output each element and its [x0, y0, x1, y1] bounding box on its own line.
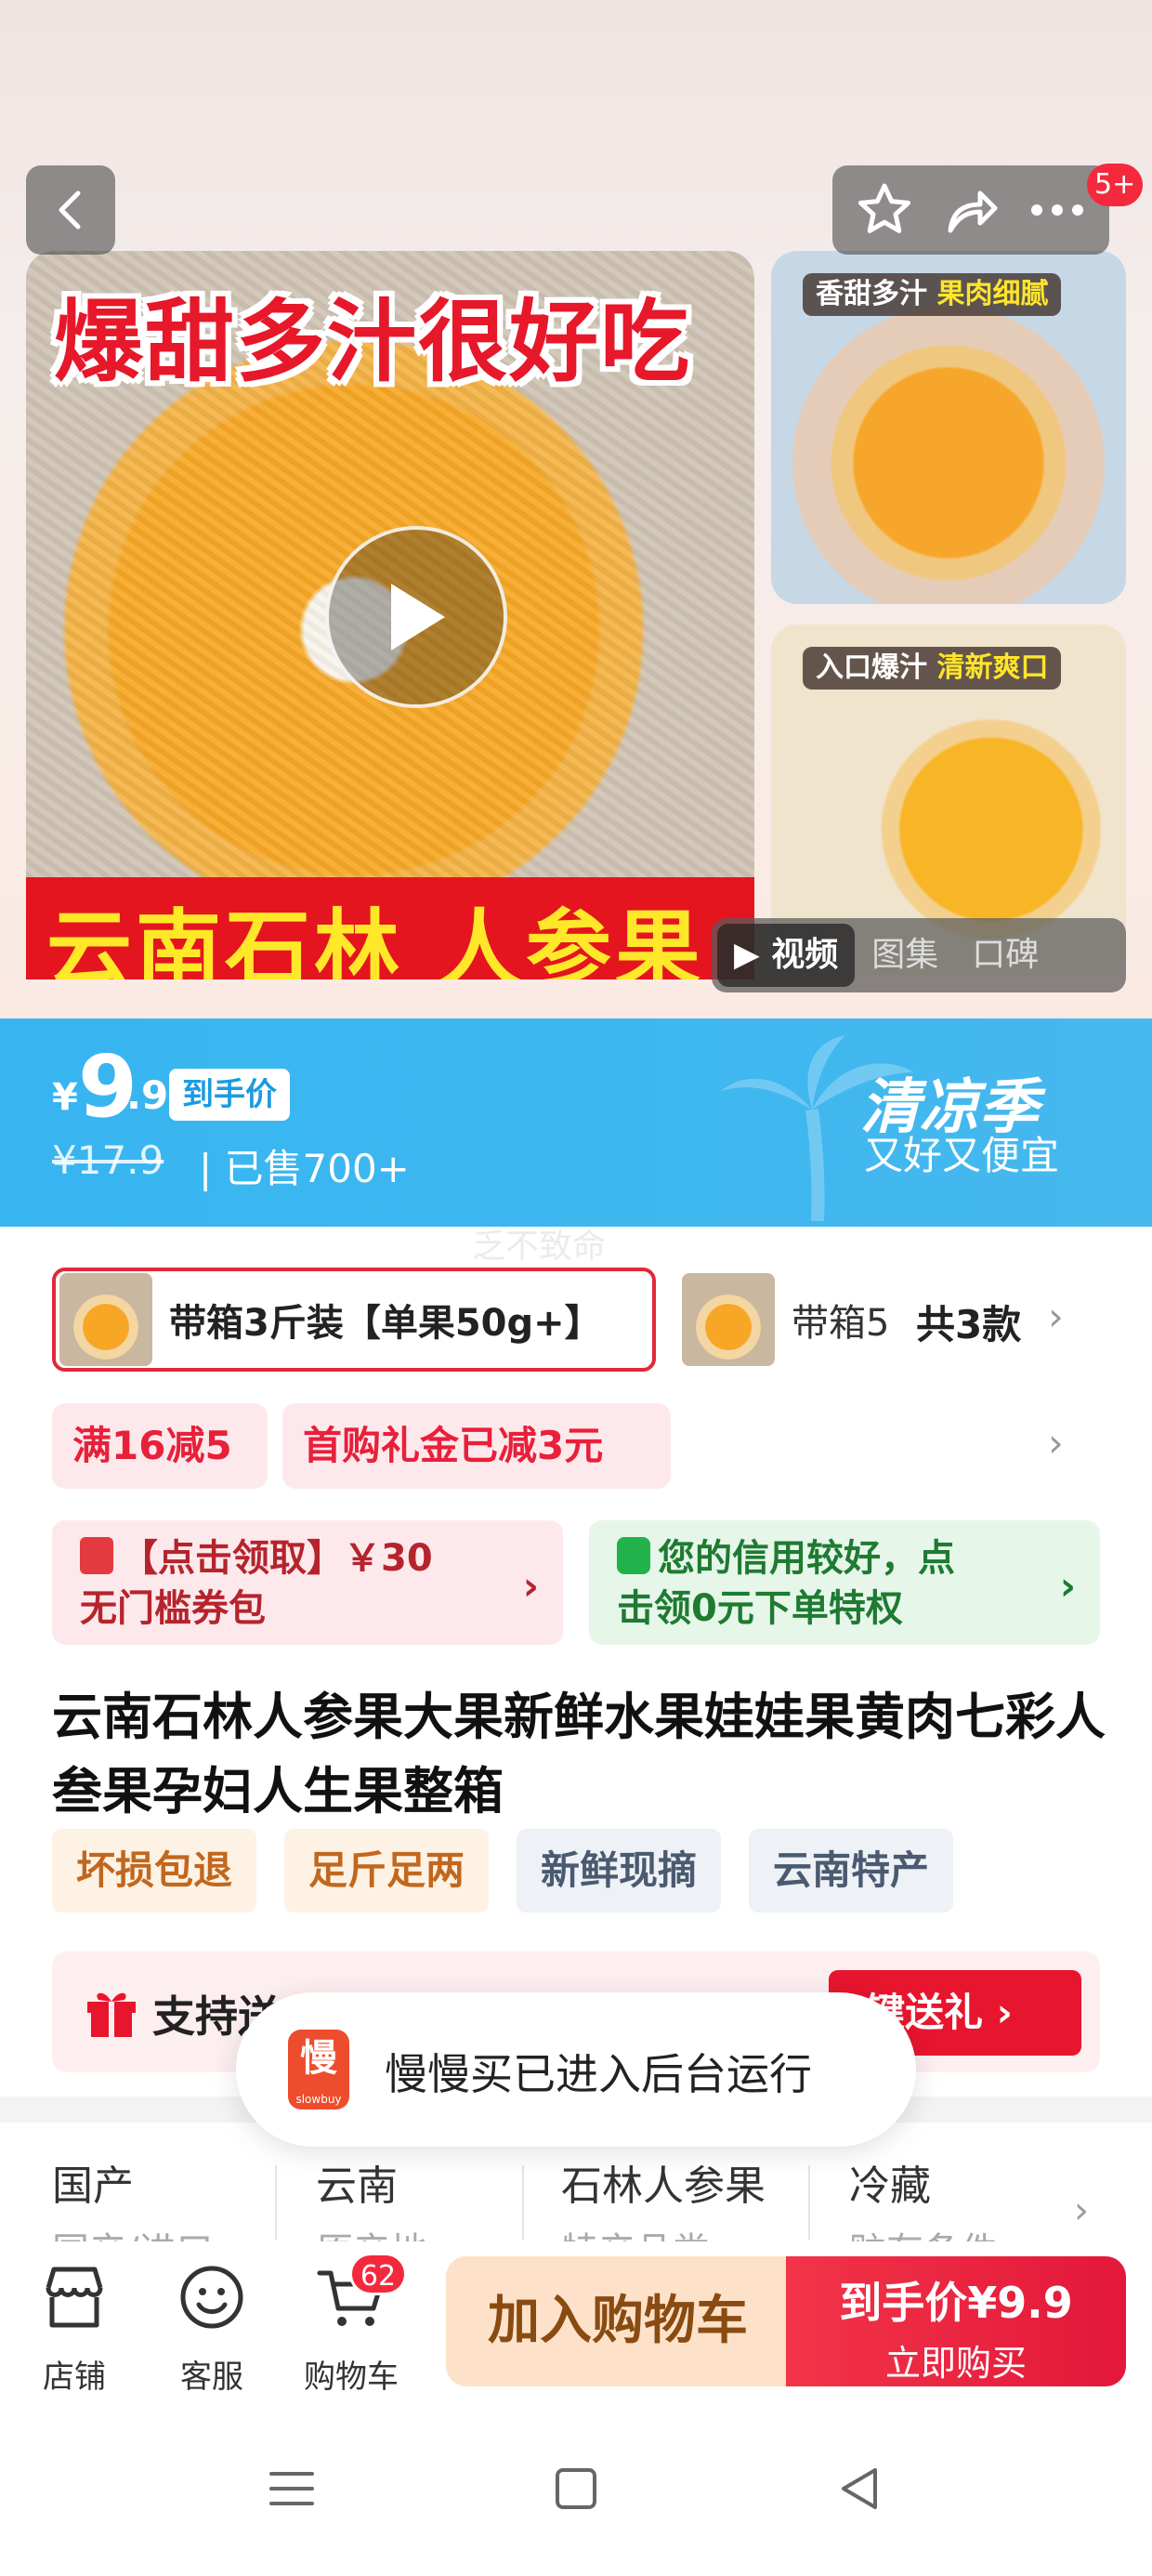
share-button[interactable] [934, 173, 1008, 247]
thumb-2-caption: 入口爆汁 清新爽口 [803, 647, 1062, 690]
variant-count[interactable]: 共3款 [916, 1294, 1021, 1350]
spec-origin: 云南 [316, 2162, 398, 2210]
coupon-icon [80, 1537, 113, 1574]
variant-option-selected[interactable]: 带箱3斤装【单果50g+】 [52, 1268, 656, 1372]
spec-origin-type: 国产 [52, 2162, 134, 2210]
product-gallery: 爆甜多汁很好吃 云南石林 人参果 香甜多汁 果肉细腻 入口爆汁 清新爽口 ▶ 视… [0, 0, 1152, 1019]
bottom-action-bar: 店铺 客服 购物车 62 加入购物车 到手价¥9.9 立即购买 [0, 2241, 1152, 2407]
add-to-cart-button[interactable]: 加入购物车 [446, 2256, 790, 2386]
chevron-right-icon[interactable]: › [1048, 1420, 1064, 1465]
tag-yunnan-specialty: 云南特产 [749, 1829, 953, 1912]
thumb-1-caption: 香甜多汁 果肉细腻 [803, 273, 1062, 316]
spec-origin-label: 原产地 [316, 2221, 427, 2241]
tab-video[interactable]: ▶ 视频 [717, 924, 856, 987]
coupon-red-line2: 无门槛券包 [80, 1587, 266, 1630]
coupon-card-green[interactable]: 您的信用较好，点 击领0元下单特权 › [589, 1520, 1100, 1645]
price-currency: ¥ [52, 1076, 78, 1119]
tab-video-label: 视频 [771, 936, 839, 974]
header-actions [832, 165, 1109, 255]
sold-count: | 已售700+ [199, 1137, 410, 1194]
coupon-green-line2: 击领0元下单特权 [617, 1587, 903, 1630]
buy-now-label: 立即购买 [884, 2343, 1027, 2384]
price-decimal: .9 [126, 1072, 169, 1118]
tag-full-weight: 足斤足两 [284, 1829, 489, 1912]
cart-count-badge: 62 [349, 2253, 407, 2295]
promo-first-purchase[interactable]: 首购礼金已减3元 [282, 1403, 671, 1489]
variant-thumb [682, 1273, 775, 1366]
back-triangle-icon[interactable] [832, 2461, 888, 2517]
spec-divider [522, 2165, 524, 2240]
spec-category: 石林人参果 [561, 2162, 766, 2210]
nav-service[interactable]: 客服 [147, 2262, 277, 2397]
favorite-button[interactable] [847, 173, 922, 247]
slowbuy-logo-sub: slowbuy [295, 2093, 342, 2106]
toast-notification: 慢 slowbuy 慢慢买已进入后台运行 [236, 1992, 916, 2147]
play-icon[interactable] [325, 526, 507, 708]
watermark: 乏不致命 [472, 1228, 607, 1266]
slowbuy-logo: 慢 slowbuy [288, 2030, 349, 2109]
customer-service-icon [180, 2266, 243, 2329]
gift-icon [87, 1992, 136, 2037]
buy-now-price: 到手价¥9.9 [839, 2278, 1073, 2328]
menu-icon[interactable] [264, 2461, 320, 2517]
variant-option[interactable]: 带箱5 [678, 1268, 886, 1372]
main-product-video[interactable]: 爆甜多汁很好吃 云南石林 人参果 [26, 251, 754, 979]
spec-divider [808, 2165, 810, 2240]
chevron-left-icon [59, 191, 81, 230]
promo-discount[interactable]: 满16减5 [52, 1403, 268, 1489]
nav-service-label: 客服 [180, 2359, 243, 2396]
thumb-2-caption-b: 清新爽口 [936, 651, 1049, 684]
gallery-thumb-1[interactable]: 香甜多汁 果肉细腻 [771, 251, 1126, 604]
shopping-bag-icon [617, 1537, 650, 1574]
spec-storage-label: 贮存条件 [849, 2221, 998, 2241]
price-band: ¥ 9 .9 到手价 ¥17.9 | 已售700+ 清凉季 又好又便宜 [0, 1019, 1152, 1227]
main-image-headline: 爆甜多汁很好吃 [54, 290, 691, 394]
share-icon [948, 191, 998, 233]
variant-label: 带箱5 [792, 1302, 886, 1345]
spec-divider [275, 2165, 277, 2240]
nav-cart-label: 购物车 [304, 2359, 399, 2396]
tab-gallery[interactable]: 图集 [855, 924, 955, 987]
variant-label: 带箱3斤装【单果50g+】 [169, 1302, 602, 1345]
slowbuy-logo-glyph: 慢 [300, 2037, 337, 2080]
back-button[interactable] [26, 165, 115, 255]
tab-reviews[interactable]: 口碑 [955, 924, 1055, 987]
toast-text: 慢慢买已进入后台运行 [385, 2049, 812, 2099]
main-image-banner-text: 云南石林 人参果 [46, 900, 705, 979]
chevron-right-icon: › [522, 1563, 539, 1609]
thumb-2-caption-a: 入口爆汁 [816, 651, 927, 684]
thumb-1-caption-a: 香甜多汁 [816, 278, 927, 310]
spec-storage: 冷藏 [849, 2162, 931, 2210]
coupon-green-line1: 您的信用较好，点 [658, 1537, 955, 1580]
tag-fresh-picked: 新鲜现摘 [517, 1829, 721, 1912]
buy-now-button[interactable]: 到手价¥9.9 立即购买 [786, 2256, 1126, 2386]
product-title: 云南石林人参果大果新鲜水果娃娃果黄肉七彩人叁果孕妇人生果整箱 [52, 1688, 1106, 1820]
shop-icon [46, 2267, 103, 2328]
home-icon[interactable] [548, 2461, 604, 2517]
chevron-right-icon[interactable]: › [1074, 2189, 1089, 2232]
more-button[interactable] [1020, 173, 1094, 247]
thumb-1-caption-b: 果肉细腻 [936, 278, 1049, 310]
star-icon [858, 183, 911, 233]
more-dots-icon [1030, 204, 1083, 216]
final-price-tag: 到手价 [169, 1069, 290, 1121]
sold-text: 已售700+ [224, 1146, 410, 1191]
season-subtitle: 又好又便宜 [864, 1133, 1060, 1178]
spec-origin-type-label: 国产/进口 [52, 2221, 213, 2241]
system-navigation-bar [0, 2407, 1152, 2576]
nav-shop[interactable]: 店铺 [9, 2262, 139, 2397]
coupon-red-line1: 【点击领取】￥30 [121, 1537, 433, 1580]
tag-damage-refund: 坏损包退 [52, 1829, 256, 1912]
variant-thumb [59, 1273, 152, 1366]
media-tab-bar: ▶ 视频 图集 口碑 [712, 918, 1126, 992]
original-price: ¥17.9 [52, 1137, 164, 1183]
chevron-right-icon: › [1059, 1563, 1076, 1609]
coupon-card-red[interactable]: 【点击领取】￥30 无门槛券包 › [52, 1520, 563, 1645]
main-image-banner: 云南石林 人参果 [26, 877, 754, 979]
spec-category-label: 特产品类 [561, 2221, 710, 2241]
chevron-right-icon[interactable]: › [1048, 1294, 1064, 1339]
notification-badge: 5+ [1087, 164, 1144, 206]
sold-separator: | [199, 1146, 213, 1191]
nav-shop-label: 店铺 [43, 2359, 106, 2396]
